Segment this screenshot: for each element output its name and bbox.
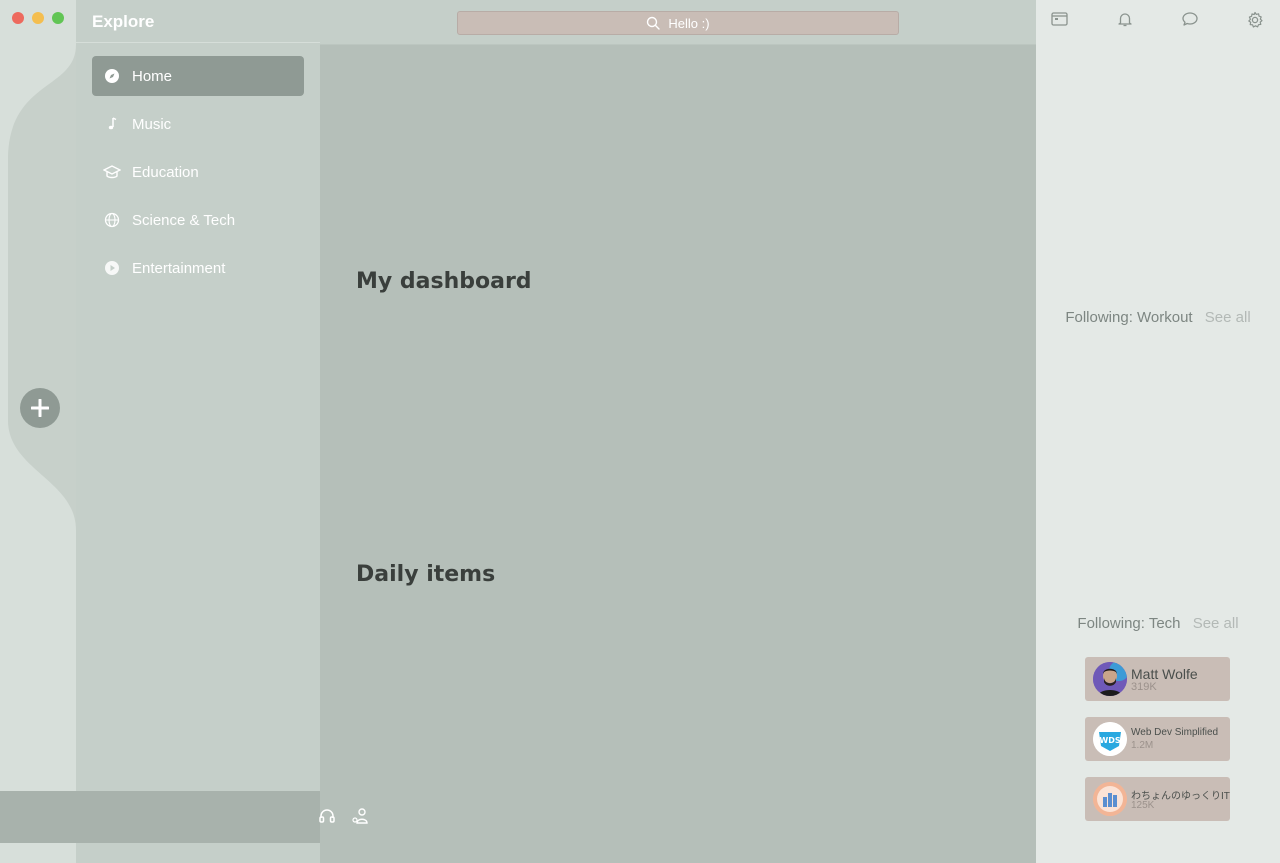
right-panel: Following: Workout See all Following: Te…: [1036, 0, 1280, 863]
search-input[interactable]: Hello :): [457, 11, 899, 35]
sidebar-item-home[interactable]: Home: [92, 56, 304, 96]
chat-bubble-icon[interactable]: [1182, 11, 1198, 31]
sidebar-divider: [76, 42, 320, 43]
rail-curve-decoration: [0, 0, 76, 863]
plus-icon: [31, 399, 49, 417]
close-window-button[interactable]: [12, 12, 24, 24]
following-workout-label: Following: Workout: [1065, 309, 1193, 326]
top-bar: Hello :): [320, 0, 1036, 45]
channel-card[interactable]: わちょんのゆっくりIT 125K: [1085, 777, 1230, 821]
see-all-link[interactable]: See all: [1205, 309, 1251, 326]
avatar: [1093, 782, 1127, 816]
sidebar-item-label: Science & Tech: [132, 211, 236, 229]
add-button[interactable]: [20, 388, 60, 428]
avatar: [1093, 662, 1127, 696]
compass-icon: [100, 68, 124, 84]
left-rail: [0, 0, 77, 863]
zoom-window-button[interactable]: [52, 12, 64, 24]
section-title-daily-items: Daily items: [356, 562, 496, 587]
sidebar-item-label: Music: [132, 115, 172, 133]
sidebar-item-education[interactable]: Education: [92, 152, 304, 192]
following-tech-label: Following: Tech: [1077, 615, 1181, 632]
sidebar-bottom-bar: [0, 791, 368, 843]
following-tech-header: Following: Tech See all: [1036, 615, 1280, 632]
sidebar: Explore Home Music Education Science & T…: [0, 0, 368, 863]
sidebar-item-label: Education: [132, 163, 199, 181]
sidebar-item-science-tech[interactable]: Science & Tech: [92, 200, 304, 240]
channel-subscribers: 1.2M: [1131, 740, 1154, 751]
channel-card[interactable]: Matt Wolfe 319K: [1085, 657, 1230, 701]
see-all-link[interactable]: See all: [1193, 615, 1239, 632]
graduation-cap-icon: [100, 164, 124, 180]
logo-text: WDS: [1099, 736, 1120, 745]
bell-icon[interactable]: [1117, 11, 1133, 31]
sidebar-nav: Home Music Education Science & Tech Ente…: [92, 56, 304, 296]
following-workout-header: Following: Workout See all: [1036, 309, 1280, 326]
channel-subscribers: 319K: [1131, 681, 1157, 693]
window-icon[interactable]: [1051, 11, 1068, 31]
music-note-icon: [100, 116, 124, 132]
user-profile-icon[interactable]: [352, 807, 370, 829]
channel-name: Web Dev Simplified: [1131, 727, 1219, 738]
play-circle-icon: [100, 260, 124, 276]
channel-subscribers: 125K: [1131, 800, 1155, 811]
sidebar-item-label: Entertainment: [132, 259, 226, 277]
sidebar-title: Explore: [92, 12, 155, 31]
headphones-icon[interactable]: [318, 807, 336, 829]
minimize-window-button[interactable]: [32, 12, 44, 24]
search-icon: [646, 16, 661, 30]
channel-name: Matt Wolfe: [1131, 666, 1198, 682]
sidebar-item-entertainment[interactable]: Entertainment: [92, 248, 304, 288]
sidebar-item-music[interactable]: Music: [92, 104, 304, 144]
avatar: WDS: [1093, 722, 1127, 756]
globe-icon: [100, 212, 124, 228]
channel-card[interactable]: WDS Web Dev Simplified 1.2M: [1085, 717, 1230, 761]
section-title-dashboard: My dashboard: [356, 269, 532, 294]
gear-icon[interactable]: [1246, 11, 1264, 33]
search-placeholder: Hello :): [668, 15, 710, 31]
sidebar-item-label: Home: [132, 67, 173, 85]
